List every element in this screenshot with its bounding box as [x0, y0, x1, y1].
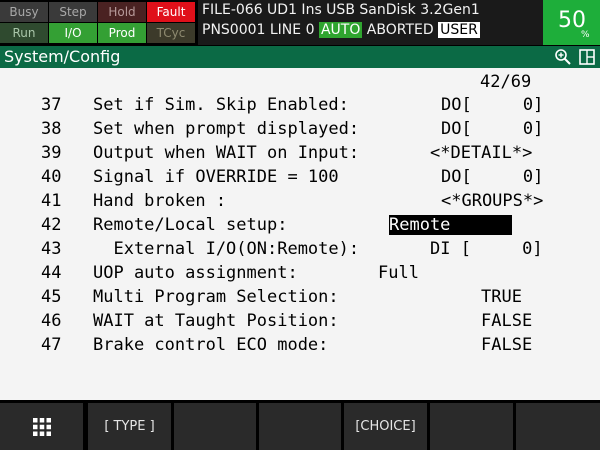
tcyc-indicator: TCyc	[147, 23, 195, 43]
item-number: 41	[41, 191, 62, 211]
user-badge: USER	[438, 22, 480, 38]
item-value[interactable]: DO[ 0]	[441, 95, 543, 115]
status-bar: Busy Step Hold Fault Run I/O Prod TCyc F…	[0, 0, 600, 45]
status-line-2: PNS0001 LINE 0 AUTO ABORTED USER	[202, 22, 480, 38]
item-number: 37	[41, 95, 62, 115]
item-label: Output when WAIT on Input:	[93, 143, 360, 163]
item-value[interactable]: <*GROUPS*>	[441, 191, 543, 211]
f5-button[interactable]	[430, 403, 513, 450]
config-row-41[interactable]: 41 Hand broken : <*GROUPS*>	[0, 191, 600, 215]
f4-choice-button[interactable]: [CHOICE]	[344, 403, 427, 450]
item-number: 38	[41, 119, 62, 139]
item-number: 39	[41, 143, 62, 163]
run-indicator: Run	[0, 23, 48, 43]
config-row-46[interactable]: 46 WAIT at Taught Position: FALSE	[0, 311, 600, 335]
hold-indicator: Hold	[98, 2, 146, 22]
f2-button[interactable]	[174, 403, 256, 450]
item-value[interactable]: DO[ 0]	[441, 119, 543, 139]
item-value[interactable]: FALSE	[481, 335, 532, 355]
window-split-icon[interactable]	[578, 48, 596, 66]
prod-indicator: Prod	[98, 23, 146, 43]
item-label: Signal if OVERRIDE = 100	[93, 167, 339, 187]
item-number: 40	[41, 167, 62, 187]
zoom-in-icon[interactable]	[554, 48, 572, 66]
menu-button[interactable]	[0, 403, 83, 450]
item-number: 46	[41, 311, 62, 331]
grid-menu-icon	[32, 417, 51, 436]
item-value[interactable]: DO[ 0]	[441, 167, 543, 187]
item-number: 42	[41, 215, 62, 235]
item-number: 43	[41, 239, 62, 259]
item-label: External I/O(ON:Remote):	[93, 239, 360, 259]
step-indicator: Step	[49, 2, 97, 22]
page-indicator: 42/69	[480, 72, 532, 92]
busy-indicator: Busy	[0, 2, 48, 22]
auto-mode-badge: AUTO	[318, 22, 363, 38]
item-value[interactable]: <*DETAIL*>	[430, 143, 532, 163]
f3-button[interactable]	[259, 403, 341, 450]
item-number: 45	[41, 287, 62, 307]
item-label: Brake control ECO mode:	[93, 335, 329, 355]
item-label: UOP auto assignment:	[93, 263, 298, 283]
config-row-39[interactable]: 39 Output when WAIT on Input: <*DETAIL*>	[0, 143, 600, 167]
item-number: 44	[41, 263, 62, 283]
item-value[interactable]: TRUE	[481, 287, 522, 307]
title-bar: System/Config	[0, 46, 600, 68]
status-line-1: FILE-066 UD1 Ins USB SanDisk 3.2Gen1	[202, 2, 480, 18]
config-row-43[interactable]: 43 External I/O(ON:Remote): DI [ 0]	[0, 239, 600, 263]
config-list: 42/69 37 Set if Sim. Skip Enabled: DO[ 0…	[0, 68, 600, 400]
override-speed-button[interactable]: 50 %	[543, 0, 600, 45]
config-row-40[interactable]: 40 Signal if OVERRIDE = 100 DO[ 0]	[0, 167, 600, 191]
config-row-45[interactable]: 45 Multi Program Selection: TRUE	[0, 287, 600, 311]
function-key-bar: [ TYPE ] [CHOICE]	[0, 400, 600, 450]
config-row-47[interactable]: 47 Brake control ECO mode: FALSE	[0, 335, 600, 359]
io-indicator: I/O	[49, 23, 97, 43]
item-value[interactable]: Full	[378, 263, 419, 283]
item-label: Set when prompt displayed:	[93, 119, 360, 139]
next-button[interactable]	[516, 403, 600, 450]
item-number: 47	[41, 335, 62, 355]
program-line-text: PNS0001 LINE 0	[202, 22, 319, 38]
item-label: Set if Sim. Skip Enabled:	[93, 95, 349, 115]
selected-value-cursor[interactable]: Remote	[389, 215, 512, 235]
override-unit: %	[581, 30, 590, 40]
program-state-text: ABORTED	[362, 22, 439, 38]
item-label: WAIT at Taught Position:	[93, 311, 339, 331]
page-title: System/Config	[4, 47, 121, 66]
item-label: Hand broken :	[93, 191, 227, 211]
item-value[interactable]: FALSE	[481, 311, 532, 331]
fault-indicator: Fault	[147, 2, 195, 22]
config-row-37[interactable]: 37 Set if Sim. Skip Enabled: DO[ 0]	[0, 95, 600, 119]
f1-type-button[interactable]: [ TYPE ]	[88, 403, 171, 450]
item-label: Multi Program Selection:	[93, 287, 339, 307]
config-row-42[interactable]: 42 Remote/Local setup: Remote	[0, 215, 600, 239]
config-row-44[interactable]: 44 UOP auto assignment: Full	[0, 263, 600, 287]
item-label: Remote/Local setup:	[93, 215, 288, 235]
status-message-area[interactable]: FILE-066 UD1 Ins USB SanDisk 3.2Gen1 PNS…	[198, 0, 543, 45]
config-row-38[interactable]: 38 Set when prompt displayed: DO[ 0]	[0, 119, 600, 143]
item-value[interactable]: DI [ 0]	[430, 239, 543, 259]
